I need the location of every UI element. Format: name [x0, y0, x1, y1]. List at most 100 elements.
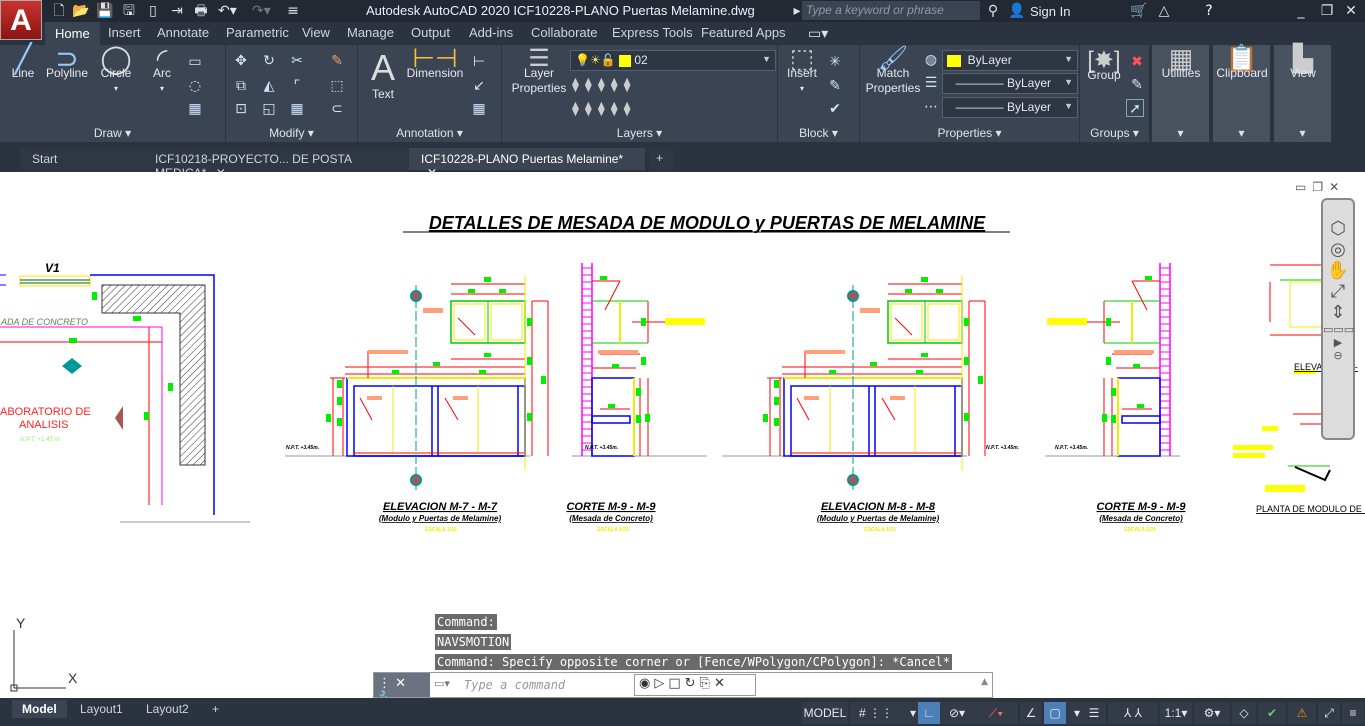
navbar-options-icon[interactable]: ⊖ [1323, 349, 1353, 362]
explode-icon[interactable]: ⬚ [328, 77, 346, 95]
insert-button[interactable]: ⬚ Insert ▾ [782, 45, 822, 96]
new-icon[interactable]: 🗋 [50, 2, 68, 20]
plot-icon[interactable]: 🖶 [192, 2, 210, 20]
isometric-toggle[interactable]: ⟋▾ [974, 702, 1018, 724]
hatch-icon[interactable]: ▦ [186, 100, 204, 118]
copy-icon[interactable]: ⧉ [232, 77, 250, 95]
linear-dimension-icon[interactable]: ⊢ [470, 53, 488, 71]
sign-in-button[interactable]: Sign In [1030, 4, 1070, 19]
linetype-dropdown[interactable]: ———— ByLayer ▼ [942, 97, 1078, 118]
edit-block-icon[interactable]: ✎ [826, 77, 844, 95]
rotate-icon[interactable]: ↻ [260, 52, 278, 70]
restore-icon[interactable]: ❐ [1318, 2, 1336, 20]
layout-tab-model[interactable]: Model [12, 700, 67, 718]
polar-tracking-toggle[interactable]: ⊘▾ [940, 702, 974, 724]
navigation-bar[interactable]: ⬡ ◎ ✋ ⤢ ⇕ ▭▭▭ ▶ ⊖ [1321, 198, 1355, 440]
add-layout-button[interactable]: + [202, 700, 229, 718]
model-space-toggle[interactable]: MODEL [802, 702, 848, 724]
graphics-performance-icon[interactable]: ⚠ [1288, 702, 1316, 724]
open-icon[interactable]: 📂 [72, 2, 90, 20]
help-icon[interactable]: ? [1200, 2, 1218, 20]
ortho-toggle[interactable]: ∟ [918, 702, 940, 724]
annotation-panel-title[interactable]: Annotation ▾ [358, 126, 501, 140]
customize-quick-access-icon[interactable]: ≡ [284, 2, 302, 20]
arc-button[interactable]: ◜ Arc ▾ [142, 45, 182, 96]
tab-collaborate[interactable]: Collaborate [531, 25, 598, 40]
pan-icon[interactable]: ✋ [1323, 260, 1353, 281]
trim-icon[interactable]: ✂ [288, 52, 306, 70]
clipboard-button[interactable]: 📋 Clipboard ▾ [1213, 45, 1271, 142]
zoom-extents-icon[interactable]: ⤢ [1323, 281, 1353, 302]
mirror-icon[interactable]: ◭ [260, 77, 278, 95]
tab-start[interactable]: Start [20, 148, 144, 170]
undo-icon[interactable]: ↶▾ [218, 2, 237, 20]
tab-insert[interactable]: Insert [108, 25, 141, 40]
autodesk-a360-icon[interactable]: △ [1155, 2, 1173, 20]
offset-icon[interactable]: ⊂ [328, 100, 346, 118]
modify-panel-title[interactable]: Modify ▾ [226, 126, 357, 140]
group-edit-icon[interactable]: ✎ [1128, 76, 1146, 94]
layer-properties-button[interactable]: ☰ Layer Properties [508, 47, 570, 96]
customization-menu-icon[interactable]: ≡ [1342, 702, 1364, 724]
grid-toggle[interactable]: # ⋮⋮ [850, 702, 902, 724]
tab-puertas-melamine[interactable]: ICF10228-PLANO Puertas Melamine* ✕ [409, 148, 645, 180]
scale-icon[interactable]: ◱ [260, 100, 278, 118]
tab-home[interactable]: Home [45, 22, 100, 45]
table-icon[interactable]: ▦ [470, 100, 488, 118]
orbit-icon[interactable]: ⇕ [1323, 302, 1353, 323]
group-selection-icon[interactable]: ➚ [1126, 99, 1144, 117]
tab-parametric[interactable]: Parametric [226, 25, 289, 40]
dimension-button[interactable]: ⊢⊣ Dimension [404, 45, 466, 81]
text-button[interactable]: A Text [364, 49, 402, 102]
layout-tab-layout1[interactable]: Layout1 [70, 700, 133, 718]
showmotion-toolbar[interactable]: ◉▷□↻⎘✕ [634, 674, 756, 696]
minimize-icon[interactable]: _ [1292, 2, 1310, 20]
command-input[interactable]: Type a command [464, 678, 565, 692]
color-dropdown[interactable]: ByLayer ▼ [942, 50, 1078, 71]
object-snap-tracking-icon[interactable]: ∠ [1020, 702, 1042, 724]
search-input[interactable]: Type a keyword or phrase [802, 1, 980, 20]
application-menu-button[interactable]: A [0, 0, 42, 40]
close-icon[interactable]: ✕ [395, 676, 406, 691]
create-block-icon[interactable]: ✳ [826, 53, 844, 71]
block-panel-title[interactable]: Block ▾ [778, 126, 859, 140]
drawing-canvas[interactable]: V1 ADA DE CONCRETO ABORATORIO DE ANALISI… [0, 172, 1365, 698]
cart-icon[interactable]: 🛒 [1130, 2, 1148, 20]
lineweight-dropdown[interactable]: ———— ByLayer ▼ [942, 73, 1078, 94]
tab-output[interactable]: Output [411, 25, 450, 40]
redo-icon[interactable]: ↷▾ [252, 2, 271, 20]
ellipse-icon[interactable]: ◌ [186, 77, 204, 95]
tab-annotate[interactable]: Annotate [157, 25, 209, 40]
object-snap-toggle[interactable]: ▢ [1044, 702, 1066, 724]
showmotion-icon[interactable]: ▭▭▭ ▶ [1323, 323, 1354, 349]
properties-panel-title[interactable]: Properties ▾ [860, 126, 1079, 140]
layer-tools-row1[interactable]: ⧫⧫⧫⧫⧫ [572, 77, 637, 93]
ungroup-icon[interactable]: ✖ [1128, 53, 1146, 71]
tab-add-ins[interactable]: Add-ins [469, 25, 513, 40]
lineweight-toggle[interactable]: ☰ [1082, 702, 1106, 724]
match-properties-button[interactable]: 🖌 Match Properties [864, 47, 922, 96]
layout-tab-layout2[interactable]: Layout2 [136, 700, 199, 718]
save-as-icon[interactable]: 🖫 [120, 2, 138, 20]
steering-wheel-icon[interactable]: ◎ [1323, 239, 1353, 260]
layers-panel-title[interactable]: Layers ▾ [502, 126, 777, 140]
stretch-icon[interactable]: ⊡ [232, 100, 250, 118]
tab-express-tools[interactable]: Express Tools [612, 25, 693, 40]
close-icon[interactable]: ✕ [1342, 2, 1360, 20]
tab-featured-apps[interactable]: Featured Apps [701, 25, 786, 40]
circle-button[interactable]: ◯ Circle ▾ [96, 45, 136, 96]
save-icon[interactable]: 💾 [96, 2, 114, 20]
annotation-visibility-icon[interactable]: ⅄ ⅄ [1108, 702, 1158, 724]
tab-posta-medica[interactable]: ICF10218-PROYECTO... DE POSTA MEDICA* ✕ [143, 148, 409, 180]
draw-panel-title[interactable]: Draw ▾ [0, 126, 225, 140]
polyline-button[interactable]: ⊃ Polyline [42, 45, 92, 81]
new-tab-button[interactable]: + [650, 148, 674, 170]
layer-tools-row2[interactable]: ⧫⧫⧫⧫⧫ [572, 101, 637, 117]
tab-view[interactable]: View [302, 25, 330, 40]
ribbon-display-icon[interactable]: ▭▾ [808, 25, 828, 43]
command-prompt-icon[interactable]: ▭▾ [434, 677, 450, 690]
grip-handle[interactable]: ⋮ [378, 676, 391, 691]
utilities-button[interactable]: ▦ Utilities ▾ [1152, 45, 1210, 142]
viewport-controls[interactable]: ▭❐✕ [1295, 180, 1345, 194]
leader-icon[interactable]: ↙ [470, 77, 488, 95]
